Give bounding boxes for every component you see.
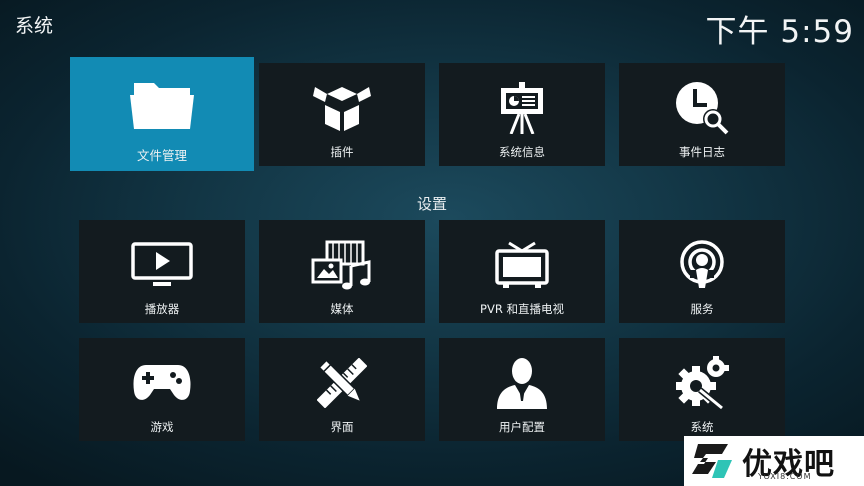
clock: 下午 5:59 bbox=[705, 14, 854, 50]
tile-label: PVR 和直播电视 bbox=[480, 302, 564, 316]
presentation-board-icon bbox=[499, 77, 545, 139]
tile-label: 媒体 bbox=[330, 302, 354, 316]
watermark-logo-icon bbox=[688, 440, 736, 486]
user-profile-icon bbox=[495, 352, 549, 414]
podcast-icon bbox=[678, 234, 726, 296]
tile-file-manager[interactable]: 文件管理 bbox=[70, 57, 254, 171]
tile-system-info[interactable]: 系统信息 bbox=[439, 63, 605, 166]
tile-label: 服务 bbox=[690, 302, 714, 316]
tile-label: 系统信息 bbox=[499, 145, 545, 159]
open-box-icon bbox=[313, 77, 371, 139]
pencil-ruler-icon bbox=[317, 352, 367, 414]
page-title: 系统 bbox=[15, 15, 54, 37]
settings-heading: 设置 bbox=[416, 195, 447, 213]
watermark: 优戏吧 YOXI8.COM bbox=[684, 436, 864, 486]
tile-label: 插件 bbox=[330, 145, 354, 159]
gamepad-icon bbox=[132, 352, 192, 414]
gears-icon bbox=[674, 352, 730, 414]
watermark-url: YOXI8.COM bbox=[758, 472, 812, 481]
media-icon bbox=[311, 234, 373, 296]
tile-label: 播放器 bbox=[144, 302, 180, 316]
tile-games[interactable]: 游戏 bbox=[79, 338, 245, 441]
tile-interface[interactable]: 界面 bbox=[259, 338, 425, 441]
tile-media[interactable]: 媒体 bbox=[259, 220, 425, 323]
tile-label: 事件日志 bbox=[679, 145, 725, 159]
television-icon bbox=[495, 234, 549, 296]
clock-search-icon bbox=[675, 77, 729, 139]
tv-play-icon bbox=[131, 234, 193, 296]
tile-services[interactable]: 服务 bbox=[619, 220, 785, 323]
tile-system[interactable]: 系统 bbox=[619, 338, 785, 441]
tile-label: 游戏 bbox=[150, 420, 174, 434]
tile-label: 文件管理 bbox=[136, 148, 187, 163]
tile-player[interactable]: 播放器 bbox=[79, 220, 245, 323]
tile-event-log[interactable]: 事件日志 bbox=[619, 63, 785, 166]
tile-label: 系统 bbox=[690, 420, 714, 434]
tile-addons[interactable]: 插件 bbox=[259, 63, 425, 166]
tile-label: 界面 bbox=[330, 420, 354, 434]
folder-icon bbox=[128, 73, 196, 135]
tile-profiles[interactable]: 用户配置 bbox=[439, 338, 605, 441]
tile-pvr[interactable]: PVR 和直播电视 bbox=[439, 220, 605, 323]
tile-label: 用户配置 bbox=[499, 420, 545, 434]
